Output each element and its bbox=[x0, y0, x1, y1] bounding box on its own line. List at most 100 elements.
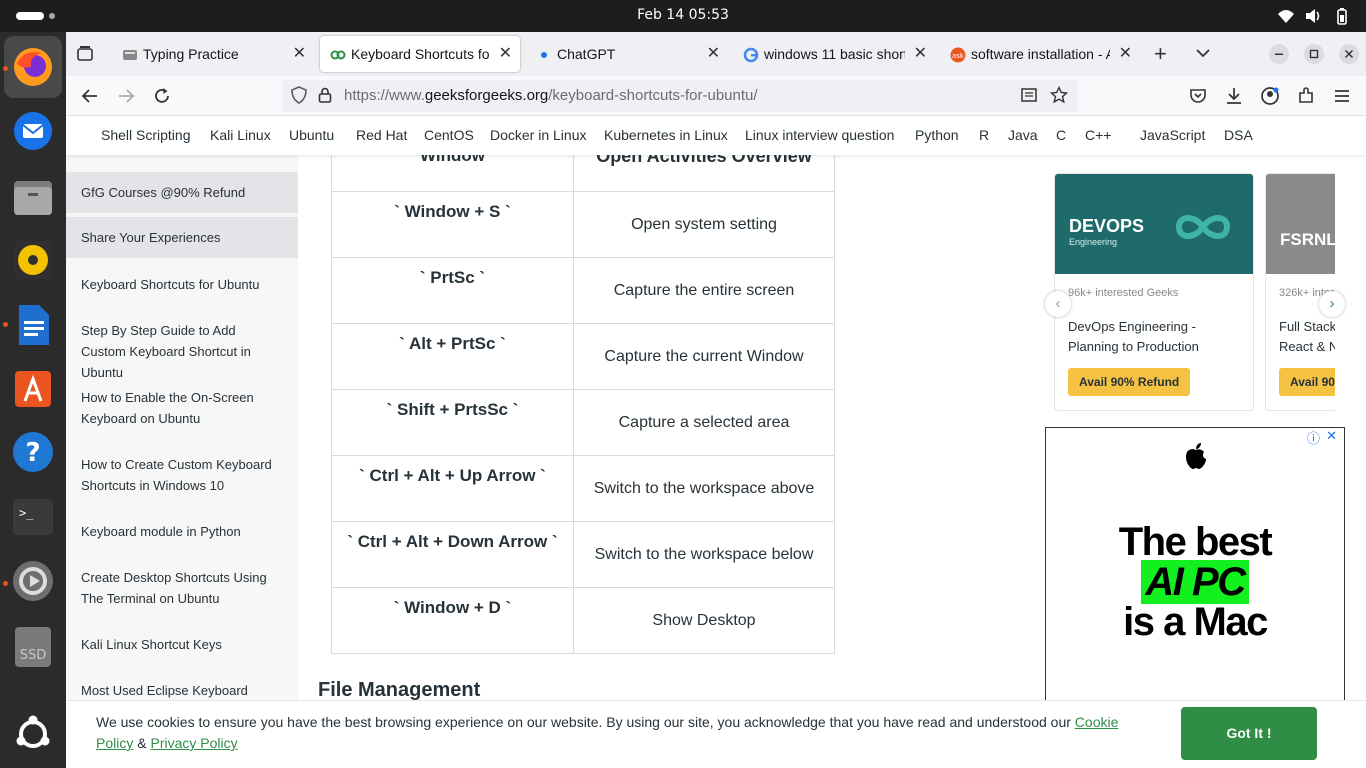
sidebar-item-keyboard-module-python[interactable]: Keyboard module in Python bbox=[66, 521, 298, 542]
terminal-launcher[interactable]: >_ bbox=[10, 494, 56, 540]
apple-ad-banner[interactable]: ⓘ ✕ The best AI PC is a Mac bbox=[1045, 427, 1345, 700]
downloads-icon[interactable] bbox=[1224, 86, 1244, 110]
nav-link-c[interactable]: C bbox=[1056, 117, 1066, 153]
nav-link-docker[interactable]: Docker in Linux bbox=[490, 117, 587, 153]
article-content: Window Open Activities Overview ` Window… bbox=[298, 155, 1038, 700]
tab-overview-icon[interactable] bbox=[76, 44, 94, 66]
extensions-icon[interactable] bbox=[1296, 86, 1316, 110]
libreoffice-writer-launcher[interactable] bbox=[10, 302, 56, 348]
tab-keyboard-shortcuts[interactable]: Keyboard Shortcuts for Ubuntu ✕ bbox=[320, 36, 520, 72]
shortcut-key-cell: ` Ctrl + Alt + Down Arrow ` bbox=[331, 521, 574, 588]
nav-link-dsa[interactable]: DSA bbox=[1224, 117, 1253, 153]
shortcut-action-cell: Open Activities Overview bbox=[573, 155, 835, 192]
reader-view-icon[interactable] bbox=[1020, 86, 1038, 108]
related-articles-sidebar: GfG Courses @90% Refund Share Your Exper… bbox=[66, 155, 298, 700]
typing-favicon-icon bbox=[123, 50, 137, 60]
accept-cookies-button[interactable]: Got It ! bbox=[1181, 707, 1317, 760]
close-tab-icon[interactable]: ✕ bbox=[499, 36, 512, 72]
sidebar-item-custom-shortcuts-windows[interactable]: How to Create Custom Keyboard Shortcuts … bbox=[66, 454, 298, 496]
system-clock[interactable]: Feb 14 05:53 bbox=[0, 0, 1366, 32]
nav-link-ubuntu[interactable]: Ubuntu bbox=[289, 117, 334, 153]
gfg-category-nav: Shell Scripting Kali Linux Ubuntu Red Ha… bbox=[66, 117, 1366, 155]
volume-icon[interactable] bbox=[1304, 7, 1322, 25]
nav-link-kali-linux[interactable]: Kali Linux bbox=[210, 117, 271, 153]
thunderbird-launcher[interactable] bbox=[10, 108, 56, 154]
tab-ask-ubuntu[interactable]: ask software installation - Ask Ubuntu ✕ bbox=[940, 36, 1140, 72]
ad-info-icon[interactable]: ⓘ bbox=[1307, 428, 1320, 447]
sidebar-item-keyboard-shortcuts-ubuntu[interactable]: Keyboard Shortcuts for Ubuntu bbox=[66, 274, 298, 295]
shortcut-key-cell: Window bbox=[331, 155, 574, 192]
battery-icon[interactable] bbox=[1333, 7, 1351, 25]
tab-chatgpt[interactable]: ChatGPT ✕ bbox=[526, 36, 728, 72]
table-row: ` Alt + PrtSc ` Capture the current Wind… bbox=[331, 323, 835, 390]
wifi-icon[interactable] bbox=[1277, 7, 1295, 25]
table-row: ` Ctrl + Alt + Up Arrow ` Switch to the … bbox=[331, 455, 835, 522]
course-title[interactable]: DevOps Engineering - Planning to Product… bbox=[1068, 317, 1248, 357]
files-icon bbox=[14, 181, 52, 215]
new-tab-icon[interactable]: + bbox=[1154, 43, 1167, 65]
close-tab-icon[interactable]: ✕ bbox=[1119, 36, 1132, 72]
sidebar-item-add-custom-shortcut[interactable]: Step By Step Guide to Add Custom Keyboar… bbox=[66, 320, 298, 383]
list-tabs-chevron-down-icon[interactable] bbox=[1194, 44, 1212, 66]
lock-icon[interactable] bbox=[316, 86, 334, 108]
carousel-prev-chevron-left-icon[interactable]: ‹ bbox=[1045, 291, 1071, 317]
avail-refund-button[interactable]: Avail 90% Refund bbox=[1068, 368, 1191, 396]
address-bar[interactable]: https://www.geeksforgeeks.org/keyboard-s… bbox=[282, 80, 1078, 112]
forward-arrow-icon[interactable] bbox=[116, 86, 136, 110]
table-row: ` Window + D ` Show Desktop bbox=[331, 587, 835, 654]
terminal-icon: >_ bbox=[13, 499, 53, 535]
account-avatar-icon[interactable] bbox=[1260, 86, 1280, 110]
sidebar-item-share-experiences[interactable]: Share Your Experiences bbox=[66, 217, 298, 258]
ssd-drive-launcher[interactable]: SSD bbox=[10, 624, 56, 670]
tab-windows-shortcuts[interactable]: windows 11 basic shortcuts ✕ bbox=[733, 36, 935, 72]
chatgpt-favicon-icon bbox=[541, 52, 547, 58]
close-tab-icon[interactable]: ✕ bbox=[914, 36, 927, 72]
tracking-protection-shield-icon[interactable] bbox=[290, 86, 308, 108]
settings-launcher[interactable] bbox=[10, 558, 56, 604]
menu-hamburger-icon[interactable] bbox=[1332, 86, 1352, 110]
askubuntu-favicon-icon: ask bbox=[950, 47, 966, 63]
nav-link-python[interactable]: Python bbox=[915, 117, 959, 153]
close-window-icon[interactable] bbox=[1339, 44, 1359, 68]
svg-text:?: ? bbox=[25, 438, 40, 468]
cookie-message: We use cookies to ensure you have the be… bbox=[96, 714, 1119, 751]
nav-link-java[interactable]: Java bbox=[1008, 117, 1038, 153]
thunderbird-icon bbox=[14, 112, 52, 150]
privacy-policy-link[interactable]: Privacy Policy bbox=[150, 735, 237, 751]
firefox-launcher[interactable] bbox=[4, 36, 62, 98]
gfg-favicon-icon bbox=[330, 50, 346, 60]
help-launcher[interactable]: ? bbox=[10, 429, 56, 475]
nav-link-linux-interview[interactable]: Linux interview question bbox=[745, 117, 894, 153]
shortcut-key-cell: ` Window + S ` bbox=[331, 191, 574, 258]
sidebar-item-desktop-shortcuts-terminal[interactable]: Create Desktop Shortcuts Using The Termi… bbox=[66, 567, 298, 609]
ad-close-icon[interactable]: ✕ bbox=[1326, 428, 1337, 444]
close-tab-icon[interactable]: ✕ bbox=[293, 36, 306, 72]
minimize-window-icon[interactable] bbox=[1269, 44, 1289, 68]
bookmark-star-icon[interactable] bbox=[1049, 85, 1069, 108]
show-apps-button[interactable] bbox=[10, 711, 56, 757]
reload-icon[interactable] bbox=[152, 86, 172, 110]
course-card-devops[interactable]: DEVOPS Engineering 96k+ interested Geeks… bbox=[1054, 173, 1254, 411]
close-tab-icon[interactable]: ✕ bbox=[707, 36, 720, 72]
nav-link-javascript[interactable]: JavaScript bbox=[1140, 117, 1205, 153]
nav-link-shell-scripting[interactable]: Shell Scripting bbox=[101, 117, 191, 153]
nav-link-r[interactable]: R bbox=[979, 117, 989, 153]
sidebar-item-eclipse-shortcuts[interactable]: Most Used Eclipse Keyboard bbox=[66, 680, 298, 700]
back-arrow-icon[interactable] bbox=[80, 86, 100, 110]
url-text[interactable]: https://www.geeksforgeeks.org/keyboard-s… bbox=[344, 80, 758, 112]
shortcut-key-cell: ` Alt + PrtSc ` bbox=[331, 323, 574, 390]
sidebar-item-onscreen-keyboard[interactable]: How to Enable the On-Screen Keyboard on … bbox=[66, 387, 298, 429]
nav-link-cpp[interactable]: C++ bbox=[1085, 117, 1111, 153]
tab-typing-practice[interactable]: Typing Practice ✕ bbox=[112, 36, 314, 72]
app-center-launcher[interactable] bbox=[10, 366, 56, 412]
pocket-icon[interactable] bbox=[1188, 86, 1208, 110]
nav-link-kubernetes[interactable]: Kubernetes in Linux bbox=[604, 117, 728, 153]
nav-link-centos[interactable]: CentOS bbox=[424, 117, 474, 153]
sidebar-item-gfg-courses[interactable]: GfG Courses @90% Refund bbox=[66, 172, 298, 213]
carousel-next-chevron-right-icon[interactable]: › bbox=[1319, 291, 1345, 317]
nav-link-red-hat[interactable]: Red Hat bbox=[356, 117, 407, 153]
maximize-window-icon[interactable] bbox=[1304, 44, 1324, 68]
sidebar-item-kali-shortcut-keys[interactable]: Kali Linux Shortcut Keys bbox=[66, 634, 298, 655]
files-launcher[interactable] bbox=[10, 174, 56, 220]
rhythmbox-launcher[interactable] bbox=[10, 237, 56, 283]
